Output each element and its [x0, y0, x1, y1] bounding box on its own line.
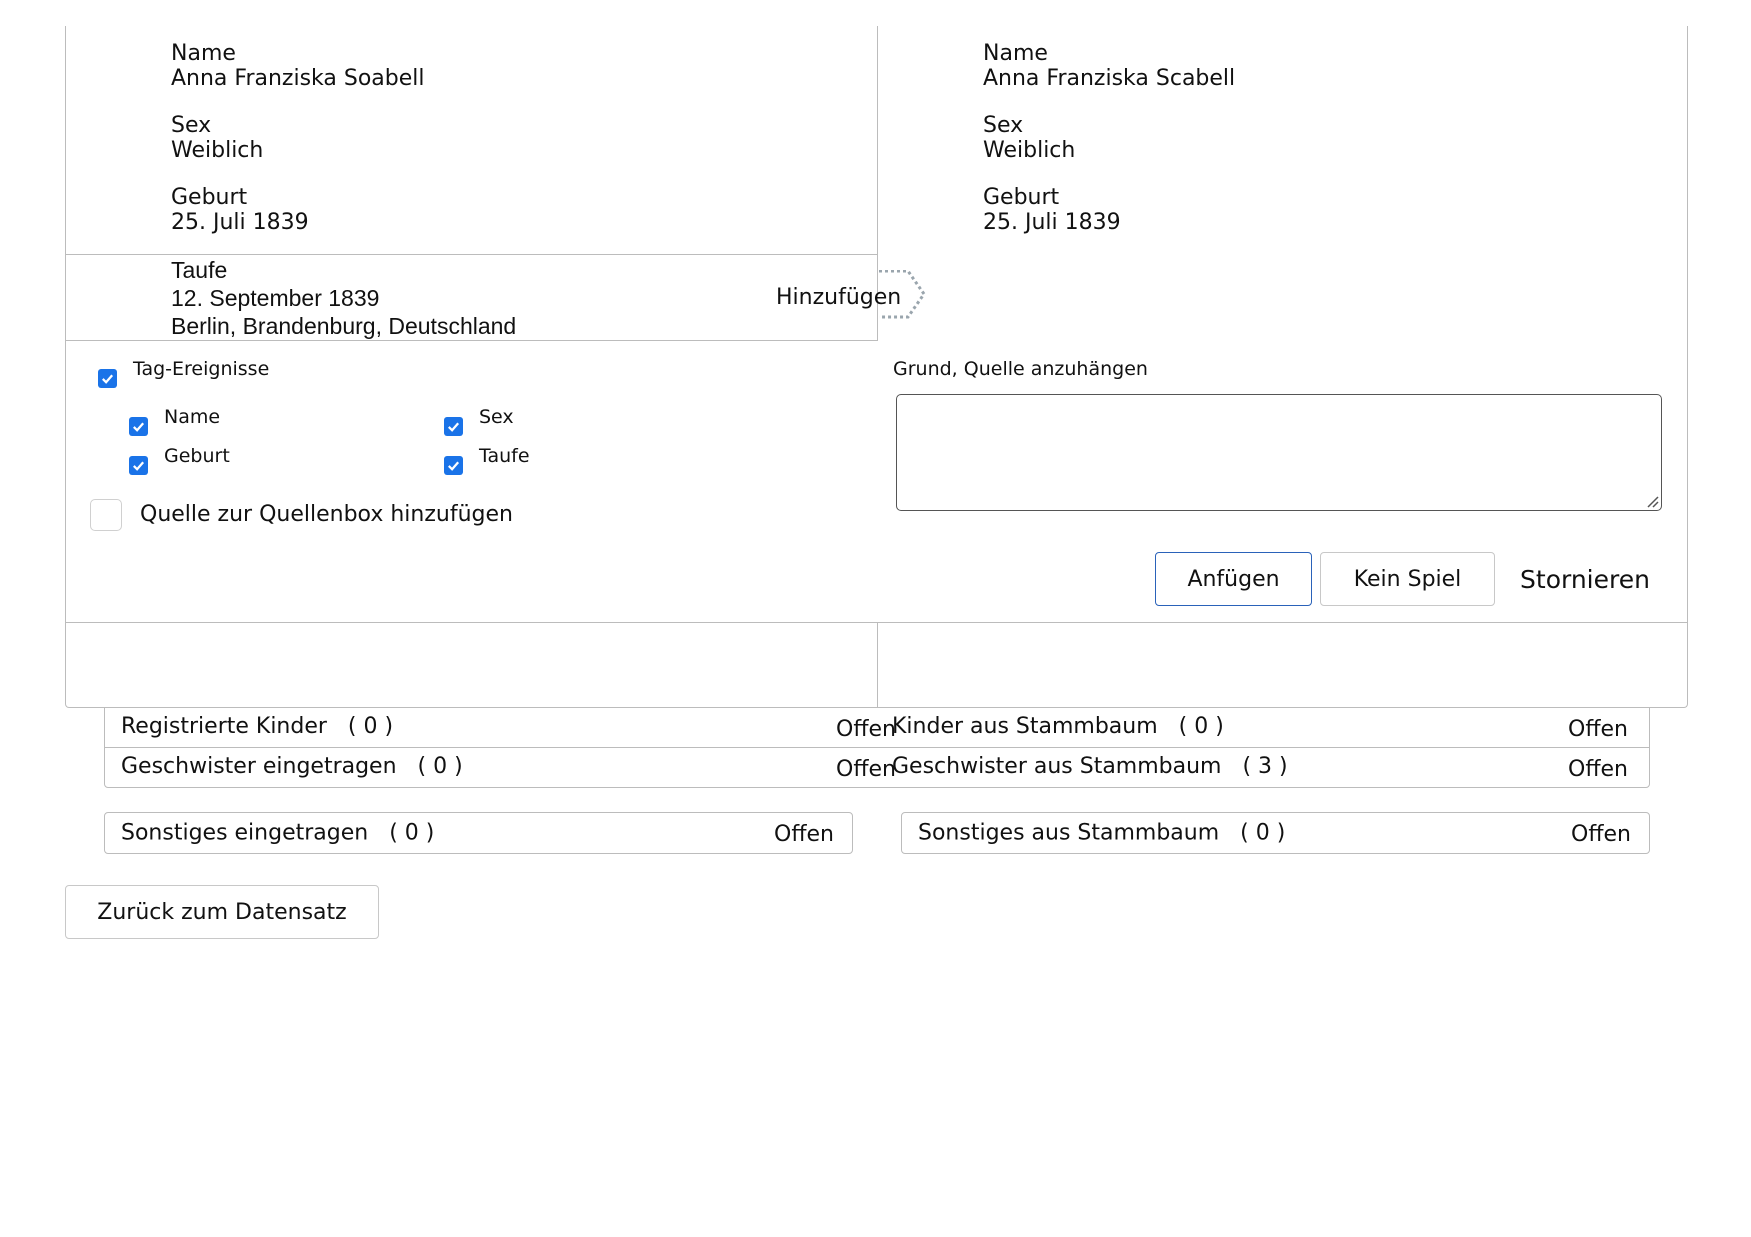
- right-birth-label: Geburt: [983, 185, 1060, 210]
- tree-siblings-section[interactable]: Geschwister aus Stammbaum ( 3 ) Offen: [877, 747, 1650, 788]
- right-name-label: Name: [983, 41, 1048, 66]
- right-sex-field: Sex Weiblich: [983, 113, 1075, 163]
- right-name-value: Anna Franziska Scabell: [983, 66, 1236, 91]
- left-birth-field: Geburt 25. Juli 1839: [171, 185, 309, 235]
- right-birth-field: Geburt 25. Juli 1839: [983, 185, 1121, 235]
- tag-baptism-checkbox[interactable]: [444, 456, 463, 475]
- registered-siblings-section[interactable]: Geschwister eingetragen ( 0 ) Offen: [104, 747, 896, 788]
- tree-children-section[interactable]: Kinder aus Stammbaum ( 0 ) Offen: [877, 707, 1650, 748]
- resize-grip-icon[interactable]: [1645, 494, 1659, 508]
- reason-textarea[interactable]: [896, 394, 1662, 511]
- baptism-label: Taufe: [171, 257, 228, 283]
- registered-children-label: Registrierte Kinder ( 0 ): [121, 714, 394, 739]
- baptism-field: Taufe 12. September 1839 Berlin, Branden…: [171, 256, 516, 340]
- source-box-checkbox[interactable]: [90, 499, 122, 531]
- left-name-value: Anna Franziska Soabell: [171, 66, 425, 91]
- registered-children-section[interactable]: Registrierte Kinder ( 0 ) Offen: [104, 707, 896, 748]
- tag-events-checkbox[interactable]: [98, 369, 117, 388]
- back-to-record-button[interactable]: Zurück zum Datensatz: [65, 885, 379, 939]
- tag-birth-label: Geburt: [164, 445, 230, 467]
- tree-children-label: Kinder aus Stammbaum ( 0 ): [892, 714, 1224, 739]
- tag-sex-label: Sex: [479, 406, 514, 428]
- panel-divider: [65, 622, 1688, 623]
- tag-sex-checkbox[interactable]: [444, 417, 463, 436]
- registered-other-open[interactable]: Offen: [774, 822, 834, 847]
- right-name-field: Name Anna Franziska Scabell: [983, 41, 1235, 91]
- left-sex-field: Sex Weiblich: [171, 113, 263, 163]
- tag-birth-checkbox[interactable]: [129, 456, 148, 475]
- attach-button[interactable]: Anfügen: [1155, 552, 1312, 606]
- source-box-label: Quelle zur Quellenbox hinzufügen: [140, 502, 513, 527]
- tree-children-open[interactable]: Offen: [1568, 717, 1628, 742]
- tree-other-section[interactable]: Sonstiges aus Stammbaum ( 0 ) Offen: [901, 812, 1650, 854]
- tree-other-open[interactable]: Offen: [1571, 822, 1631, 847]
- add-event-label: Hinzufügen: [776, 285, 902, 310]
- left-sex-label: Sex: [171, 113, 212, 138]
- left-name-field: Name Anna Franziska Soabell: [171, 41, 425, 91]
- right-sex-value: Weiblich: [983, 138, 1076, 163]
- registered-other-label: Sonstiges eingetragen ( 0 ): [121, 820, 435, 846]
- tag-events-label: Tag-Ereignisse: [133, 358, 270, 380]
- tree-other-label: Sonstiges aus Stammbaum ( 0 ): [918, 820, 1286, 846]
- right-birth-value: 25. Juli 1839: [983, 210, 1121, 235]
- right-sex-label: Sex: [983, 113, 1024, 138]
- add-event-button[interactable]: Hinzufügen: [776, 270, 926, 319]
- tree-siblings-label: Geschwister aus Stammbaum ( 3 ): [892, 754, 1288, 779]
- tag-name-label: Name: [164, 406, 221, 428]
- registered-siblings-label: Geschwister eingetragen ( 0 ): [121, 754, 463, 779]
- left-birth-value: 25. Juli 1839: [171, 210, 309, 235]
- column-divider-bottom: [877, 623, 878, 708]
- left-birth-label: Geburt: [171, 185, 248, 210]
- tag-baptism-label: Taufe: [479, 445, 530, 467]
- baptism-place: Berlin, Brandenburg, Deutschland: [171, 313, 517, 339]
- left-name-label: Name: [171, 41, 236, 66]
- tag-name-checkbox[interactable]: [129, 417, 148, 436]
- baptism-date: 12. September 1839: [171, 285, 380, 311]
- no-match-button[interactable]: Kein Spiel: [1320, 552, 1495, 606]
- reason-label: Grund, Quelle anzuhängen: [893, 358, 1148, 380]
- left-sex-value: Weiblich: [171, 138, 264, 163]
- tree-siblings-open[interactable]: Offen: [1568, 757, 1628, 782]
- registered-other-section[interactable]: Sonstiges eingetragen ( 0 ) Offen: [104, 812, 853, 854]
- cancel-button[interactable]: Stornieren: [1510, 552, 1660, 606]
